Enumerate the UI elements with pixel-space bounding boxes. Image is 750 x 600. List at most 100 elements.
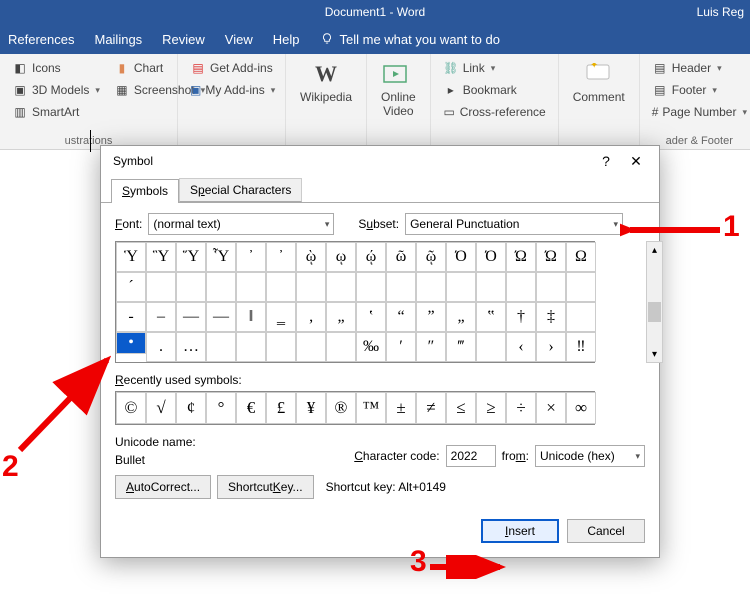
symbol-cell[interactable]: ῴ <box>356 242 386 272</box>
recent-symbol-cell[interactable]: ° <box>206 392 236 424</box>
symbol-cell[interactable] <box>236 332 266 362</box>
3d-models-button[interactable]: ▣3D Models▾ <box>8 80 104 100</box>
recent-symbol-cell[interactable]: ¢ <box>176 392 206 424</box>
symbol-cell[interactable]: “ <box>386 302 416 332</box>
symbol-cell[interactable]: — <box>176 302 206 332</box>
symbol-cell[interactable]: ‗ <box>266 302 296 332</box>
recent-symbol-cell[interactable]: ± <box>386 392 416 424</box>
help-button[interactable]: ? <box>591 146 621 176</box>
get-addins-button[interactable]: ▤Get Add-ins <box>186 58 277 78</box>
tab-special-characters[interactable]: Special Characters <box>179 178 302 202</box>
tab-help[interactable]: Help <box>273 32 300 47</box>
icons-button[interactable]: ◧Icons <box>8 58 104 78</box>
link-button[interactable]: ⛓Link▾ <box>439 58 550 78</box>
recent-symbol-cell[interactable]: ™ <box>356 392 386 424</box>
symbol-cell[interactable]: Ώ <box>536 242 566 272</box>
symbol-cell[interactable]: ‰ <box>356 332 386 362</box>
recent-symbol-cell[interactable]: ¥ <box>296 392 326 424</box>
recent-symbol-cell[interactable]: ÷ <box>506 392 536 424</box>
comment-button[interactable]: ✦Comment <box>567 58 631 106</box>
recent-symbol-cell[interactable]: © <box>116 392 146 424</box>
online-video-button[interactable]: Online Video <box>375 58 422 120</box>
symbol-cell[interactable] <box>146 272 176 302</box>
tab-view[interactable]: View <box>225 32 253 47</box>
symbol-cell[interactable]: ” <box>416 302 446 332</box>
symbol-cell[interactable]: . <box>146 332 176 362</box>
symbol-cell[interactable]: Ό <box>476 242 506 272</box>
symbol-cell[interactable]: ′ <box>386 332 416 362</box>
symbol-cell[interactable] <box>326 332 356 362</box>
symbol-cell[interactable]: ᾿ <box>266 242 296 272</box>
recent-symbol-cell[interactable]: × <box>536 392 566 424</box>
scroll-up-icon[interactable]: ▴ <box>647 242 662 258</box>
character-code-input[interactable] <box>446 445 496 467</box>
subset-select[interactable]: General Punctuation▾ <box>405 213 623 235</box>
symbol-cell[interactable] <box>386 272 416 302</box>
tab-references[interactable]: References <box>8 32 74 47</box>
tell-me[interactable]: Tell me what you want to do <box>320 32 500 47</box>
smartart-button[interactable]: ▥SmartArt <box>8 102 104 122</box>
symbol-cell[interactable]: ‡ <box>536 302 566 332</box>
symbol-cell[interactable] <box>536 272 566 302</box>
symbol-cell[interactable] <box>506 272 536 302</box>
symbol-cell[interactable]: Ὓ <box>146 242 176 272</box>
symbol-cell[interactable]: ‴ <box>446 332 476 362</box>
symbol-cell[interactable] <box>416 272 446 302</box>
my-addins-button[interactable]: ▣My Add-ins▾ <box>186 80 277 100</box>
symbol-cell[interactable] <box>356 272 386 302</box>
cancel-button[interactable]: Cancel <box>567 519 645 543</box>
symbol-cell[interactable]: ‟ <box>476 302 506 332</box>
autocorrect-button[interactable]: AutoCorrect... <box>115 475 211 499</box>
symbol-cell[interactable] <box>566 302 596 332</box>
symbol-cell[interactable] <box>266 332 296 362</box>
symbol-cell[interactable]: … <box>176 332 206 362</box>
recent-symbol-cell[interactable]: € <box>236 392 266 424</box>
header-button[interactable]: ▤Header▾ <box>648 58 750 78</box>
symbol-cell[interactable]: • <box>116 332 146 354</box>
recent-symbol-cell[interactable]: £ <box>266 392 296 424</box>
cross-reference-button[interactable]: ▭Cross-reference <box>439 102 550 122</box>
grid-scrollbar[interactable]: ▴ ▾ <box>646 241 663 363</box>
symbol-cell[interactable]: Ὑ <box>116 242 146 272</box>
symbol-cell[interactable]: ‼ <box>566 332 596 362</box>
scroll-down-icon[interactable]: ▾ <box>647 346 662 362</box>
close-button[interactable]: ✕ <box>621 146 651 176</box>
recent-symbol-cell[interactable]: ≥ <box>476 392 506 424</box>
symbol-cell[interactable]: ‹ <box>506 332 536 362</box>
bookmark-button[interactable]: ▸Bookmark <box>439 80 550 100</box>
from-select[interactable]: Unicode (hex)▾ <box>535 445 645 467</box>
wikipedia-button[interactable]: WWikipedia <box>294 58 358 106</box>
symbol-cell[interactable]: „ <box>326 302 356 332</box>
recent-symbol-cell[interactable]: √ <box>146 392 176 424</box>
symbol-cell[interactable]: ‚ <box>296 302 326 332</box>
symbol-cell[interactable] <box>266 272 296 302</box>
symbol-cell[interactable]: ᾽ <box>236 242 266 272</box>
insert-button[interactable]: Insert <box>481 519 559 543</box>
symbol-cell[interactable] <box>476 272 506 302</box>
symbol-cell[interactable]: † <box>506 302 536 332</box>
symbol-cell[interactable]: Ω <box>566 242 596 272</box>
symbol-cell[interactable] <box>326 272 356 302</box>
symbol-cell[interactable]: › <box>536 332 566 362</box>
symbol-cell[interactable] <box>476 332 506 362</box>
symbol-cell[interactable]: ῳ <box>326 242 356 272</box>
font-select[interactable]: (normal text)▾ <box>148 213 334 235</box>
symbol-cell[interactable] <box>236 272 266 302</box>
symbol-cell[interactable] <box>176 272 206 302</box>
symbol-cell[interactable] <box>296 272 326 302</box>
symbol-cell[interactable] <box>446 272 476 302</box>
recent-symbol-cell[interactable]: ≠ <box>416 392 446 424</box>
symbol-cell[interactable] <box>566 272 596 302</box>
symbol-cell[interactable]: ‛ <box>356 302 386 332</box>
symbol-cell[interactable]: ´ <box>116 272 146 302</box>
symbol-cell[interactable] <box>206 332 236 362</box>
recent-symbol-cell[interactable]: ≤ <box>446 392 476 424</box>
symbol-cell[interactable]: – <box>146 302 176 332</box>
symbol-cell[interactable]: ‐ <box>116 302 146 332</box>
symbol-cell[interactable] <box>206 272 236 302</box>
page-number-button[interactable]: #Page Number▾ <box>648 102 750 122</box>
symbol-cell[interactable]: „ <box>446 302 476 332</box>
symbol-cell[interactable]: ῲ <box>296 242 326 272</box>
symbol-cell[interactable]: ″ <box>416 332 446 362</box>
symbol-cell[interactable]: Ό <box>446 242 476 272</box>
